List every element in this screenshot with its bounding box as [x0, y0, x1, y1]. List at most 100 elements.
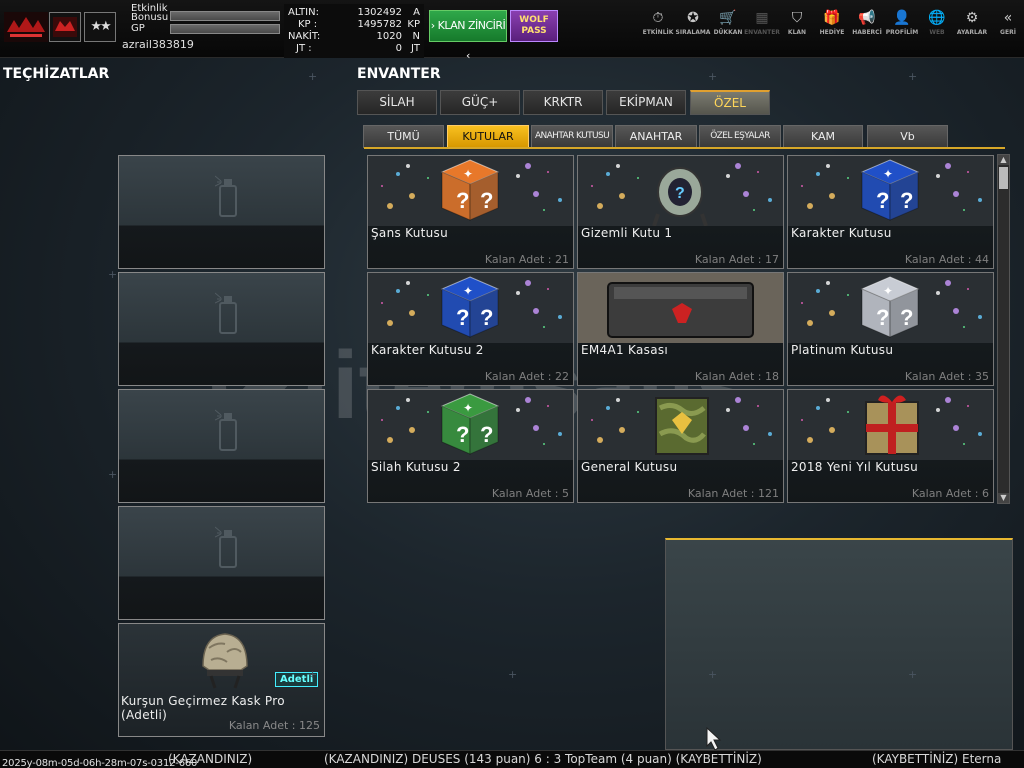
nav-gift[interactable]: 🎁 HEDİYE: [814, 8, 850, 38]
nav-megaphone[interactable]: 📢 HABERCİ: [849, 8, 885, 38]
currency-value: 1302492: [357, 7, 402, 18]
item-quantity: Kalan Adet : 5: [491, 487, 569, 500]
blue-box-icon: ? ? ✦: [368, 273, 573, 343]
svg-text:?: ?: [900, 305, 913, 330]
nav-label: WEB: [929, 29, 945, 36]
ticker-segment: (KAYBETTİNİZ) Eterna: [872, 752, 1002, 766]
currency-row: NAKİT: 1020 N: [284, 31, 424, 43]
svg-text:✦: ✦: [463, 167, 473, 181]
inventory-item[interactable]: ?? ✦ Silah Kutusu 2 Kalan Adet : 5: [367, 389, 574, 503]
plus-marker: +: [508, 668, 518, 681]
nav-back[interactable]: « GERİ: [990, 8, 1024, 38]
wolf-pass-line1: WOLF: [519, 15, 549, 25]
svg-text:✦: ✦: [463, 284, 473, 298]
currency-panel: ALTIN: 1302492 A KP : 1495782 KP NAKİT: …: [284, 4, 424, 58]
tab-4[interactable]: EKİPMAN: [606, 90, 686, 115]
svg-text:?: ?: [480, 305, 493, 330]
item-name: Platinum Kutusu: [791, 343, 894, 357]
subtab-1[interactable]: TÜMÜ: [363, 125, 444, 148]
inventory-item[interactable]: EM4A1 Kasası Kalan Adet : 18: [577, 272, 784, 386]
nav-shield[interactable]: ⛉ KLAN: [779, 8, 815, 38]
clan-chain-button[interactable]: › KLAN ZİNCİRİ ‹: [429, 10, 507, 62]
plus-marker: +: [708, 70, 718, 83]
item-detail-panel: [665, 538, 1013, 750]
tab-5[interactable]: ÖZEL: [690, 90, 770, 115]
subtab-3[interactable]: ANAHTAR KUTUSU: [531, 125, 613, 148]
equipment-slot[interactable]: Adetli Kurşun Geçirmez Kask Pro (Adetli) K…: [118, 623, 325, 737]
subtab-divider: [364, 147, 1005, 149]
timestamp-stamp: 2025y-08m-05d-06h-28m-07s-0312-660: [2, 758, 198, 768]
subtab-5[interactable]: ÖZEL EŞYALAR: [699, 125, 781, 148]
inventory-item[interactable]: ?? ✦ Karakter Kutusu Kalan Adet : 44: [787, 155, 994, 269]
plus-marker: +: [308, 70, 318, 83]
subtab-4[interactable]: ANAHTAR: [615, 125, 697, 148]
spray-placeholder-icon: [215, 526, 237, 568]
megaphone-icon: 📢: [858, 10, 876, 26]
item-quantity: Kalan Adet : 17: [694, 253, 779, 266]
tab-3[interactable]: KRKTR: [523, 90, 603, 115]
svg-text:?: ?: [456, 422, 469, 447]
subtab-2[interactable]: KUTULAR: [447, 125, 529, 148]
plus-marker: +: [108, 268, 118, 281]
inventory-item[interactable]: ?? ✦ Platinum Kutusu Kalan Adet : 35: [787, 272, 994, 386]
gp-label: GP: [131, 23, 145, 34]
bonusu-label: Bonusu: [131, 12, 169, 23]
nav-medal[interactable]: ✪ SIRALAMA: [675, 8, 711, 38]
subtab-6[interactable]: KAM: [783, 125, 863, 148]
currency-label: ALTIN:: [288, 7, 319, 18]
inventory-item[interactable]: ? Gizemli Kutu 1 Kalan Adet : 17: [577, 155, 784, 269]
mouse-cursor-icon: [706, 726, 722, 751]
svg-text:✦: ✦: [883, 284, 893, 298]
wolf-pass-button[interactable]: WOLF PASS: [510, 10, 558, 42]
scroll-up-icon[interactable]: ▲: [998, 155, 1009, 165]
gear-icon: ⚙: [965, 10, 979, 26]
inventory-scrollbar[interactable]: ▲ ▼: [997, 154, 1010, 504]
item-name: Karakter Kutusu 2: [371, 343, 484, 357]
currency-value: 1020: [376, 31, 402, 42]
nav-label: GERİ: [1000, 29, 1016, 36]
item-quantity: Kalan Adet : 21: [484, 253, 569, 266]
nav-stopwatch[interactable]: ⏱ ETKİNLİK: [640, 8, 676, 38]
inventory-item[interactable]: General Kutusu Kalan Adet : 121: [577, 389, 784, 503]
shield-icon: ⛉: [791, 10, 803, 26]
nav-label: SIRALAMA: [675, 29, 711, 36]
currency-label: JT :: [296, 43, 312, 54]
subtab-7[interactable]: Vb: [867, 125, 948, 148]
currency-label: KP :: [298, 19, 318, 30]
currency-row: KP : 1495782 KP: [284, 19, 424, 31]
nav-globe[interactable]: 🌐 WEB: [919, 8, 955, 38]
equipment-title: TEÇHİZATLAR: [3, 66, 110, 82]
nav-label: KLAN: [787, 29, 807, 36]
equipment-slot[interactable]: [118, 389, 325, 503]
nav-cart[interactable]: 🛒 DÜKKAN: [710, 8, 746, 38]
equipment-slot[interactable]: [118, 155, 325, 269]
item-name: EM4A1 Kasası: [581, 343, 669, 357]
svg-text:?: ?: [876, 188, 889, 213]
spray-placeholder-icon: [215, 175, 237, 217]
svg-text:✦: ✦: [463, 401, 473, 415]
nav-gear[interactable]: ⚙ AYARLAR: [954, 8, 990, 38]
tab-2[interactable]: GÜÇ+: [440, 90, 520, 115]
equipment-slot[interactable]: [118, 506, 325, 620]
orange-box-icon: ? ? ✦: [368, 156, 573, 226]
scroll-thumb[interactable]: [999, 167, 1008, 189]
inventory-item[interactable]: 2018 Yeni Yıl Kutusu Kalan Adet : 6: [787, 389, 994, 503]
nav-inventory[interactable]: ▦ ENVANTER: [744, 8, 780, 38]
gift-icon: 🎁: [823, 10, 841, 26]
nav-profile[interactable]: 👤 PROFİLİM: [884, 8, 920, 38]
item-name: Karakter Kutusu: [791, 226, 892, 240]
inventory-item[interactable]: ?? ✦ Karakter Kutusu 2 Kalan Adet : 22: [367, 272, 574, 386]
green-box-icon: ? ? ✦: [368, 390, 573, 460]
currency-value: 1495782: [357, 19, 402, 30]
gp-bar: [170, 24, 280, 34]
nav-label: PROFİLİM: [885, 29, 919, 36]
silver-box-icon: ? ? ✦: [788, 273, 993, 343]
svg-text:?: ?: [675, 185, 685, 202]
equipment-slot[interactable]: [118, 272, 325, 386]
spray-placeholder-icon: [215, 292, 237, 334]
inventory-item[interactable]: ?? ✦ Şans Kutusu Kalan Adet : 21: [367, 155, 574, 269]
tab-1[interactable]: SİLAH: [357, 90, 437, 115]
scroll-down-icon[interactable]: ▼: [998, 493, 1009, 503]
game-logo: [4, 12, 48, 42]
mystery-capsule-icon: ?: [578, 156, 783, 226]
